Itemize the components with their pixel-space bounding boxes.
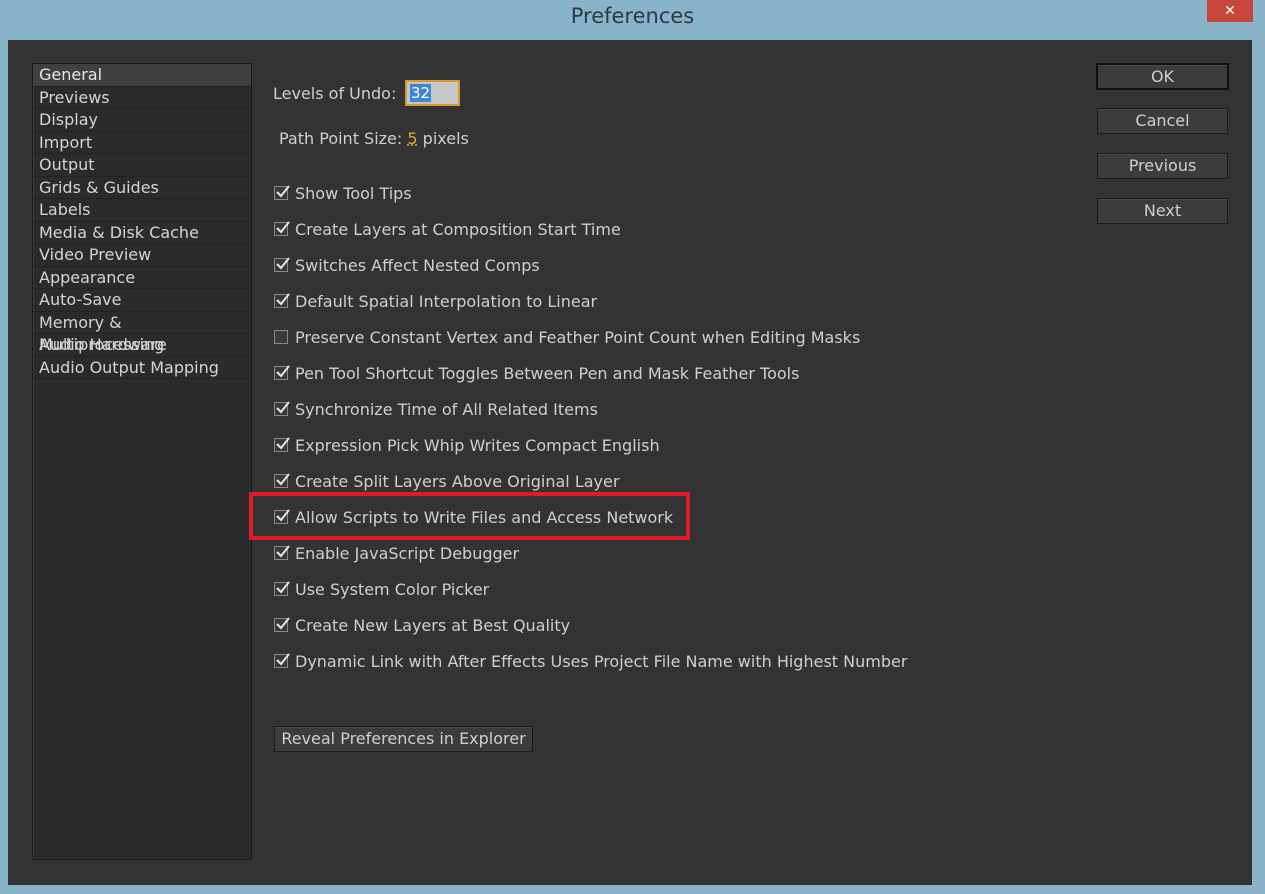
option-row[interactable]: Show Tool Tips [274, 182, 412, 204]
option-checkbox[interactable] [274, 330, 288, 344]
cancel-button[interactable]: Cancel [1097, 108, 1228, 134]
sidebar-item-grids-guides[interactable]: Grids & Guides [33, 177, 251, 199]
sidebar-item-video-preview[interactable]: Video Preview [33, 244, 251, 267]
close-button[interactable]: ✕ [1207, 0, 1253, 22]
window-title: Preferences [570, 4, 695, 28]
next-button[interactable]: Next [1097, 198, 1228, 224]
checkmark-icon [276, 617, 290, 630]
option-row[interactable]: Create New Layers at Best Quality [274, 614, 570, 636]
sidebar-item-audio-hardware[interactable]: Audio Hardware [33, 334, 251, 357]
path-point-size-label: Path Point Size: [279, 129, 403, 148]
option-checkbox[interactable] [274, 617, 290, 632]
option-label: Synchronize Time of All Related Items [295, 399, 598, 419]
option-row[interactable]: Preserve Constant Vertex and Feather Poi… [274, 326, 860, 348]
option-label: Enable JavaScript Debugger [295, 543, 520, 563]
sidebar-item-audio-output-mapping[interactable]: Audio Output Mapping [33, 357, 251, 379]
sidebar-item-memory-multiprocessing[interactable]: Memory & Multiprocessing [33, 312, 251, 354]
option-row[interactable]: Expression Pick Whip Writes Compact Engl… [274, 434, 660, 456]
option-row[interactable]: Switches Affect Nested Comps [274, 254, 540, 276]
checkmark-icon [276, 473, 290, 486]
option-row[interactable]: Default Spatial Interpolation to Linear [274, 290, 597, 312]
option-row[interactable]: Create Split Layers Above Original Layer [274, 470, 619, 492]
close-icon: ✕ [1224, 3, 1236, 19]
option-label: Create Layers at Composition Start Time [295, 219, 621, 239]
option-row[interactable]: Synchronize Time of All Related Items [274, 398, 598, 420]
option-label: Pen Tool Shortcut Toggles Between Pen an… [295, 363, 800, 383]
checkmark-icon [276, 257, 290, 270]
ok-button[interactable]: OK [1096, 63, 1229, 90]
option-row[interactable]: Pen Tool Shortcut Toggles Between Pen an… [274, 362, 799, 384]
checkmark-icon [276, 185, 290, 198]
option-row[interactable]: Use System Color Picker [274, 578, 489, 600]
preferences-dialog: General Previews Display Import Output G… [8, 40, 1252, 885]
sidebar-item-display[interactable]: Display [33, 109, 251, 132]
option-row[interactable]: Create Layers at Composition Start Time [274, 218, 621, 240]
undo-label: Levels of Undo: [273, 84, 397, 103]
sidebar-item-general[interactable]: General [33, 64, 251, 87]
reveal-preferences-button[interactable]: Reveal Preferences in Explorer [274, 726, 533, 752]
previous-button[interactable]: Previous [1097, 153, 1228, 179]
checkmark-icon [276, 401, 290, 414]
option-row[interactable]: Enable JavaScript Debugger [274, 542, 519, 564]
checkmark-icon [276, 545, 290, 558]
option-label: Preserve Constant Vertex and Feather Poi… [295, 327, 861, 347]
sidebar-item-auto-save[interactable]: Auto-Save [33, 289, 251, 312]
option-checkbox[interactable] [274, 653, 290, 668]
option-checkbox[interactable] [274, 473, 290, 488]
option-label: Use System Color Picker [295, 579, 490, 599]
checkmark-icon [276, 221, 290, 234]
option-checkbox[interactable] [274, 437, 290, 452]
option-checkbox[interactable] [274, 545, 290, 560]
checkmark-icon [276, 437, 290, 450]
sidebar-item-output[interactable]: Output [33, 154, 251, 177]
annotation-highlight-box [249, 492, 690, 540]
levels-of-undo-input[interactable]: 32 [405, 80, 460, 106]
preferences-category-list[interactable]: General Previews Display Import Output G… [32, 63, 252, 860]
option-checkbox[interactable] [274, 293, 290, 308]
sidebar-item-media-disk-cache[interactable]: Media & Disk Cache [33, 222, 251, 244]
option-label: Create Split Layers Above Original Layer [295, 471, 620, 491]
option-checkbox[interactable] [274, 401, 290, 416]
title-bar: Preferences ✕ [0, 0, 1265, 38]
checkmark-icon [276, 293, 290, 306]
option-row[interactable]: Dynamic Link with After Effects Uses Pro… [274, 650, 907, 672]
option-label: Default Spatial Interpolation to Linear [295, 291, 598, 311]
option-label: Create New Layers at Best Quality [295, 615, 571, 635]
path-point-size-unit: pixels [422, 129, 469, 148]
option-checkbox[interactable] [274, 221, 290, 236]
option-checkbox[interactable] [274, 185, 290, 200]
option-label: Switches Affect Nested Comps [295, 255, 540, 275]
option-label: Show Tool Tips [295, 183, 412, 203]
path-point-size-value[interactable]: 5 [407, 129, 417, 148]
option-checkbox[interactable] [274, 365, 290, 380]
sidebar-item-appearance[interactable]: Appearance [33, 267, 251, 289]
path-point-size-row: Path Point Size: 5 pixels [279, 129, 469, 148]
option-checkbox[interactable] [274, 257, 290, 272]
option-label: Expression Pick Whip Writes Compact Engl… [295, 435, 660, 455]
sidebar-item-previews[interactable]: Previews [33, 87, 251, 109]
checkmark-icon [276, 581, 290, 594]
option-label: Dynamic Link with After Effects Uses Pro… [295, 651, 908, 671]
checkmark-icon [276, 653, 290, 666]
option-checkbox[interactable] [274, 581, 290, 596]
sidebar-item-import[interactable]: Import [33, 132, 251, 154]
checkmark-icon [276, 365, 290, 378]
sidebar-item-labels[interactable]: Labels [33, 199, 251, 222]
undo-value: 32 [410, 84, 432, 102]
